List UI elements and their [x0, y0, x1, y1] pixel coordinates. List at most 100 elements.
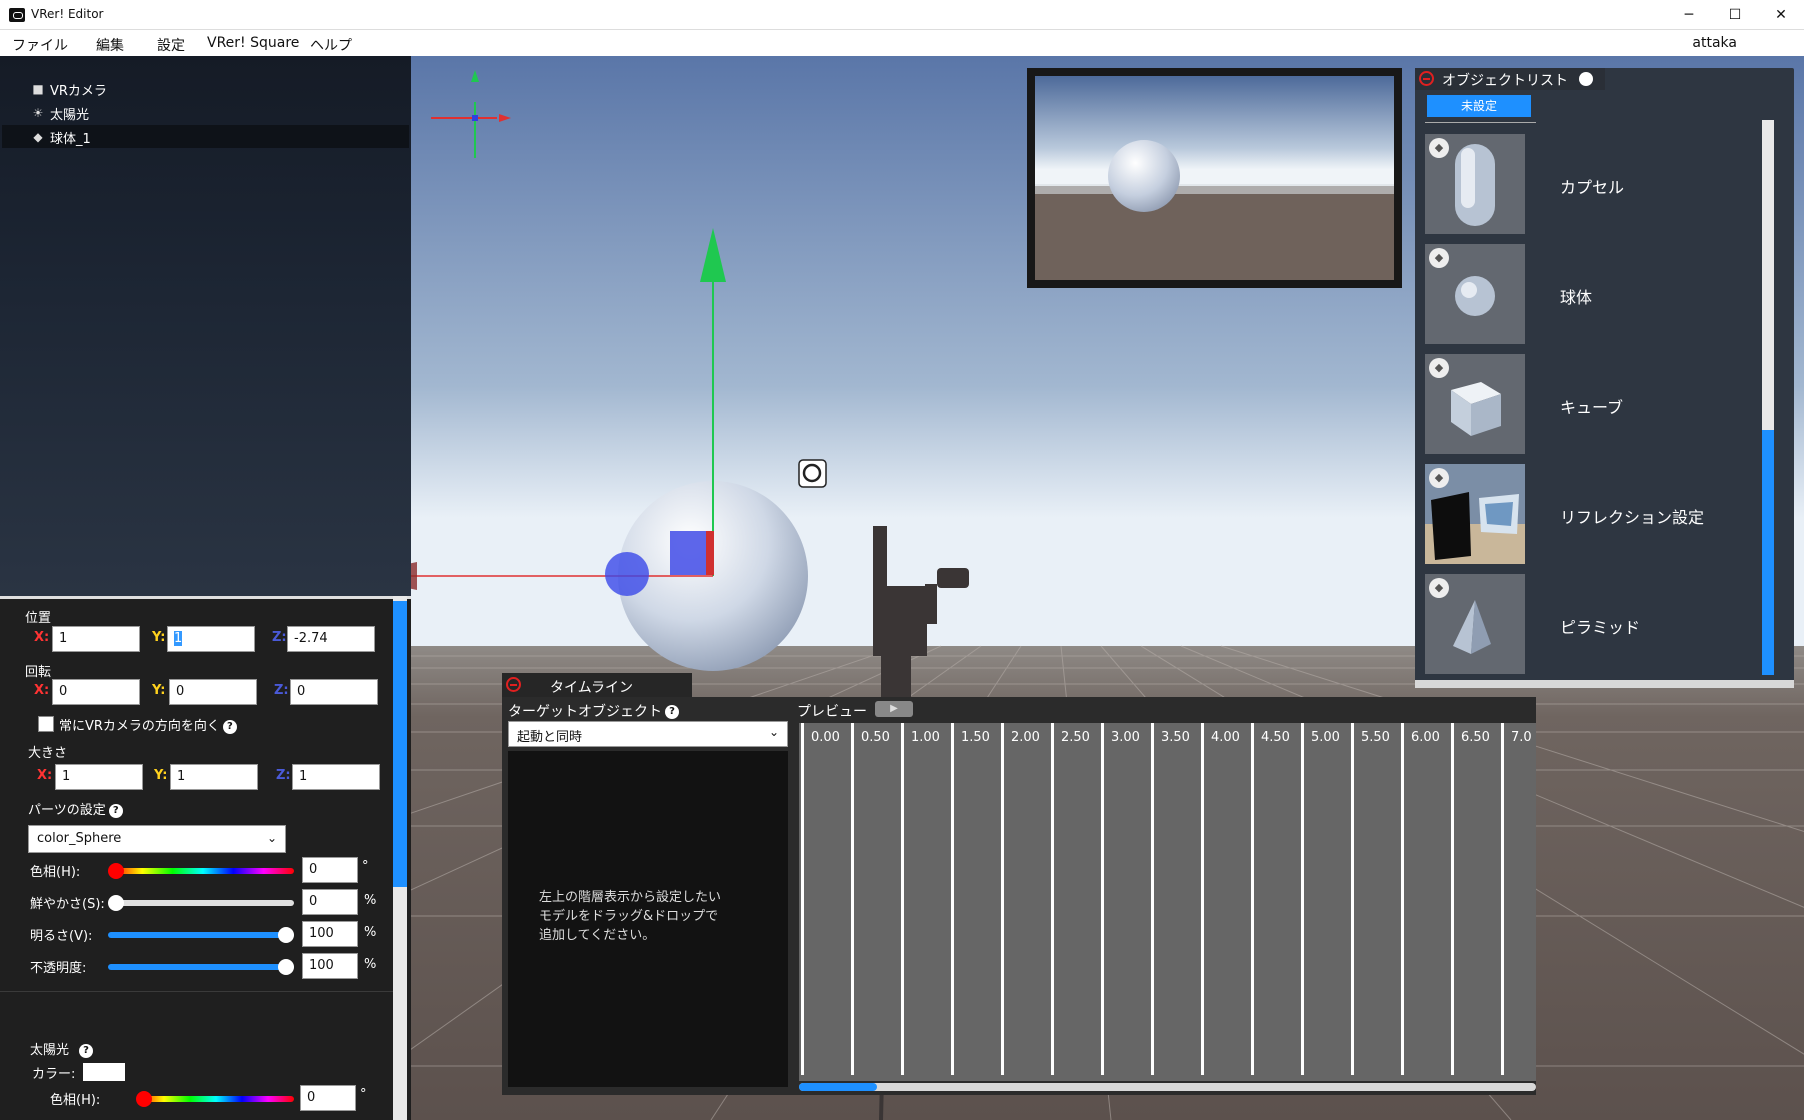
timeline-scroll-thumb[interactable]: [799, 1083, 877, 1091]
timeline-tick-line: [1051, 723, 1054, 1075]
help-icon[interactable]: ?: [222, 719, 237, 734]
object-card-label: キューブ: [1560, 398, 1624, 417]
position-y-input[interactable]: 1: [167, 626, 255, 652]
hue-unit: °: [362, 859, 369, 874]
hierarchy-item-sphere-1[interactable]: ◆ 球体_1: [2, 125, 409, 148]
hierarchy-item-vr-camera[interactable]: ■ VRカメラ: [2, 77, 409, 100]
scale-label: 大きさ: [28, 746, 68, 761]
timeline-track[interactable]: 0.00 0.50 1.00 1.50 2.00 2.50 3.00 3.50 4.00 4.50…: [799, 723, 1536, 1081]
saturation-slider-knob[interactable]: [108, 895, 124, 911]
hierarchy-item-sunlight[interactable]: ☀ 太陽光: [2, 101, 409, 124]
object-card-sphere[interactable]: ◆ 球体: [1425, 244, 1765, 344]
hue-slider[interactable]: [112, 868, 294, 874]
timeline-tick-line: [1201, 723, 1204, 1075]
sunlight-color-label: カラー:: [32, 1067, 76, 1082]
object-card-pyramid[interactable]: ◆ ピラミッド: [1425, 574, 1765, 674]
menu-help[interactable]: ヘルプ: [310, 35, 352, 55]
object-card-reflection[interactable]: ◆ リフレクション設定: [1425, 464, 1765, 564]
timeline-scrollbar[interactable]: [799, 1083, 1536, 1091]
saturation-slider[interactable]: [112, 900, 294, 906]
menu-file[interactable]: ファイル: [12, 35, 68, 55]
help-icon[interactable]: ?: [79, 1043, 94, 1058]
hierarchy-item-label: VRカメラ: [50, 84, 107, 99]
axis-y-label: Y:: [152, 630, 166, 645]
object-card-label: カプセル: [1560, 178, 1625, 197]
saturation-unit: %: [364, 893, 377, 908]
timeline-tick-label: 5.50: [1361, 730, 1390, 745]
menu-settings[interactable]: 設定: [157, 35, 185, 55]
sunlight-hue-slider[interactable]: [138, 1096, 294, 1102]
cube-icon: ◆: [1429, 468, 1449, 488]
hierarchy-item-label: 太陽光: [50, 108, 90, 123]
cube-icon: ◆: [1429, 248, 1449, 268]
sunlight-hue-slider-knob[interactable]: [136, 1091, 152, 1107]
pin-icon[interactable]: [1579, 72, 1593, 86]
position-z-input[interactable]: -2.74: [287, 626, 375, 652]
brightness-slider-knob[interactable]: [278, 927, 294, 943]
opacity-input[interactable]: 100: [302, 953, 358, 979]
object-card-cube[interactable]: ◆ キューブ: [1425, 354, 1765, 454]
hue-label: 色相(H):: [30, 865, 81, 880]
minimize-button[interactable]: ─: [1666, 0, 1712, 30]
help-icon[interactable]: ?: [665, 705, 679, 719]
scale-x-input[interactable]: 1: [55, 764, 143, 790]
axis-y-label: Y:: [154, 768, 168, 783]
scale-y-input[interactable]: 1: [170, 764, 258, 790]
filter-tab-unset[interactable]: 未設定: [1427, 95, 1531, 117]
rotation-z-input[interactable]: 0: [290, 679, 378, 705]
cube-icon: ◆: [1429, 578, 1449, 598]
user-name[interactable]: attaka: [1692, 35, 1737, 51]
menu-bar: ファイル 編集 設定 VRer! Square ヘルプ attaka: [0, 30, 1804, 56]
timeline-tick-line: [1251, 723, 1254, 1075]
inspector-scroll-thumb[interactable]: [393, 601, 407, 887]
object-card-capsule[interactable]: ◆ カプセル: [1425, 134, 1765, 234]
opacity-slider-knob[interactable]: [278, 959, 294, 975]
rotation-y-input[interactable]: 0: [169, 679, 257, 705]
object-thumbnail: ◆: [1425, 134, 1525, 234]
close-panel-icon[interactable]: [506, 677, 521, 692]
face-camera-checkbox[interactable]: [38, 716, 54, 732]
close-window-button[interactable]: ✕: [1758, 0, 1804, 30]
maximize-button[interactable]: ☐: [1712, 0, 1758, 30]
brightness-input[interactable]: 100: [302, 921, 358, 947]
timeline-tick-label: 0.00: [811, 730, 840, 745]
rotate-mode-icon[interactable]: [798, 459, 827, 488]
object-card-label: ピラミッド: [1560, 618, 1641, 637]
parts-label-text: パーツの設定: [28, 803, 106, 818]
parts-select[interactable]: color_Sphere ⌄: [28, 825, 286, 853]
position-x-input[interactable]: 1: [52, 626, 140, 652]
help-icon[interactable]: ?: [108, 803, 123, 818]
saturation-input[interactable]: 0: [302, 889, 358, 915]
timeline-tick-label: 3.50: [1161, 730, 1190, 745]
menu-edit[interactable]: 編集: [96, 35, 124, 55]
position-y-value: 1: [174, 631, 183, 646]
axis-x-label: X:: [37, 768, 53, 783]
face-camera-label-text: 常にVRカメラの方向を向く: [59, 719, 220, 734]
timeline-tick-label: 6.00: [1411, 730, 1440, 745]
sunlight-label: 太陽光?: [30, 1039, 94, 1058]
timeline-tick-line: [1501, 723, 1504, 1075]
target-drop-area[interactable]: 左上の階層表示から設定したい モデルをドラッグ&ドロップで 追加してください。: [508, 751, 788, 1087]
trigger-select[interactable]: 起動と同時 ⌄: [508, 721, 788, 747]
menu-vrer-square[interactable]: VRer! Square: [207, 35, 299, 51]
sunlight-color-swatch[interactable]: [83, 1063, 125, 1081]
opacity-slider[interactable]: [108, 964, 294, 970]
brightness-slider[interactable]: [108, 932, 294, 938]
timeline-tick-label: 2.50: [1061, 730, 1090, 745]
timeline-tick-label: 1.50: [961, 730, 990, 745]
window-title: VRer! Editor: [31, 7, 104, 21]
object-list-scroll-thumb[interactable]: [1762, 430, 1774, 675]
scale-z-input[interactable]: 1: [292, 764, 380, 790]
filter-divider: [1425, 122, 1536, 123]
timeline-tick-label: 0.50: [861, 730, 890, 745]
object-thumbnail: ◆: [1425, 574, 1525, 674]
sun-icon: ☀: [32, 106, 44, 120]
sunlight-hue-input[interactable]: 0: [300, 1085, 356, 1111]
hue-input[interactable]: 0: [302, 857, 358, 883]
hue-slider-knob[interactable]: [108, 863, 124, 879]
rotation-x-input[interactable]: 0: [52, 679, 140, 705]
close-panel-icon[interactable]: [1419, 71, 1434, 86]
cube-icon: ◆: [33, 130, 43, 144]
timeline-tick-label: 5.00: [1311, 730, 1340, 745]
preview-play-button[interactable]: ▶: [875, 701, 913, 717]
